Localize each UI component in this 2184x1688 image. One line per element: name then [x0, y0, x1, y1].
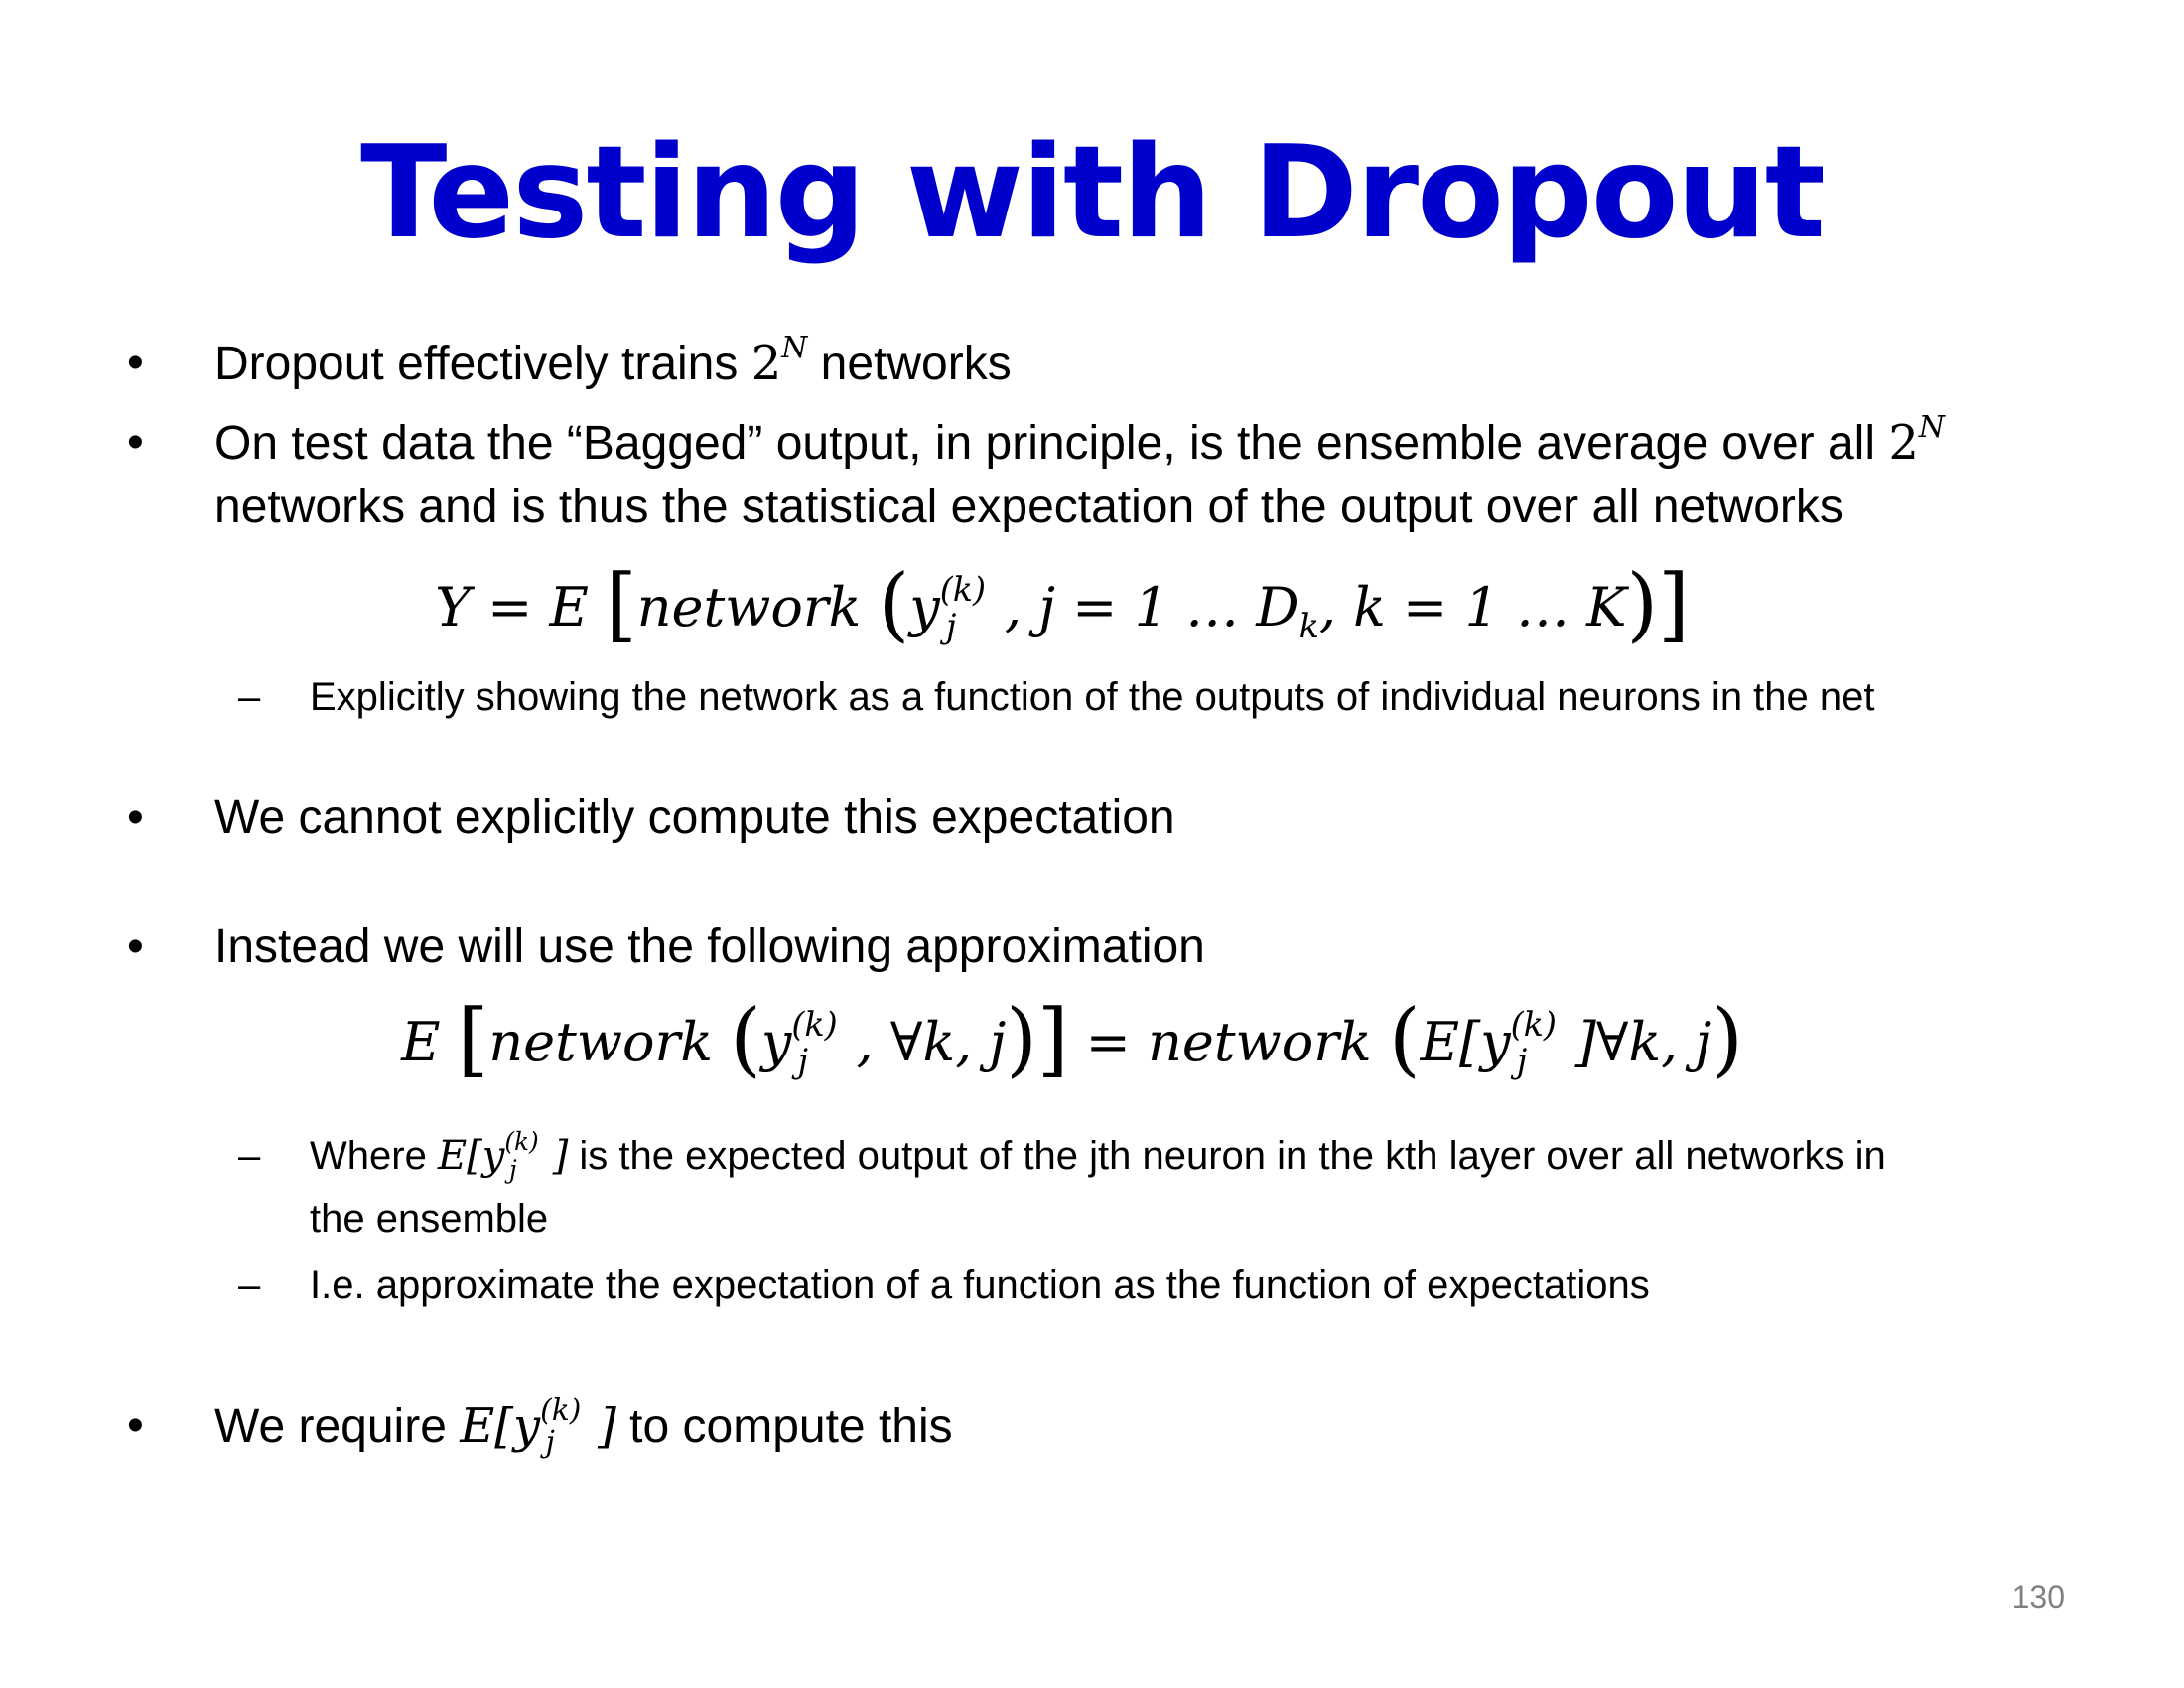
page-number: 130	[2011, 1579, 2065, 1615]
eq-paren-close: )	[1006, 993, 1037, 1087]
bullet-marker: •	[127, 920, 144, 973]
math-subscript: j	[545, 1425, 555, 1461]
bullet-marker: •	[127, 1399, 144, 1452]
math-y: y	[481, 1133, 505, 1179]
eq-superscript: (k)	[939, 569, 987, 609]
subbullet-text-before: Where	[310, 1134, 438, 1178]
dash-marker: –	[238, 1134, 261, 1178]
subbullet-text: I.e. approximate the expectation of a fu…	[310, 1263, 1650, 1307]
bullet-text-after: networks	[807, 338, 1012, 390]
eq-expectation-rhs: E[	[1420, 1011, 1481, 1073]
eq-paren-open-rhs: (	[1388, 993, 1421, 1087]
bullet-text: Instead we will use the following approx…	[214, 920, 1205, 973]
math-superscript: (k)	[540, 1392, 582, 1428]
math-superscript: (k)	[504, 1127, 539, 1157]
eq-function-rhs: network	[1148, 1011, 1389, 1073]
bullet-text: We cannot explicitly compute this expect…	[214, 791, 1175, 844]
bullet-marker: •	[127, 791, 144, 844]
dash-marker: –	[238, 1263, 261, 1307]
eq-paren-close: )	[1626, 558, 1659, 652]
bullet-marker: •	[127, 337, 144, 389]
bullet-text-after: to compute this	[615, 1400, 953, 1453]
math-close: ]	[552, 1133, 569, 1179]
eq-superscript-rhs: (k)	[1510, 1004, 1557, 1044]
eq-subscript: j	[945, 606, 957, 645]
eq-paren-open: (	[878, 558, 910, 652]
bullet-text-line2: networks and is thus the statistical exp…	[214, 481, 1843, 533]
eq-args-rhs: ]∀k, j	[1574, 1011, 1712, 1073]
eq-range-j: , j = 1 … D	[1004, 576, 1299, 638]
eq-variable-y: y	[760, 1011, 792, 1073]
bullet-text-line1: On test data the “Bagged” output, in pri…	[214, 417, 1889, 470]
eq-expectation: E	[401, 1011, 458, 1073]
math-exponent: N	[781, 330, 808, 365]
math-expectation: E[	[460, 1398, 513, 1454]
math-close: ]	[598, 1398, 616, 1454]
math-expectation: E[	[437, 1133, 482, 1179]
eq-lhs: Y = E	[435, 576, 607, 638]
math-base: 2	[751, 336, 782, 391]
eq-subscript-rhs: j	[1516, 1041, 1528, 1080]
eq-subscript: j	[797, 1041, 808, 1080]
eq-equals: =	[1068, 1011, 1149, 1073]
math-y: y	[512, 1398, 541, 1454]
subbullet-text: Explicitly showing the network as a func…	[310, 675, 1875, 719]
equation-approximation: E [network (y(k)j, ∀k, j)] = network (E[…	[0, 1000, 2164, 1080]
eq-superscript: (k)	[791, 1004, 838, 1044]
slide: Testing with Dropout • Dropout effective…	[0, 0, 2184, 1688]
bullet-text-before: We require	[214, 1400, 461, 1453]
bullet-text: Dropout effectively trains	[214, 338, 751, 390]
subbullet-text-after: is the expected output of the jth neuron…	[568, 1134, 1886, 1178]
eq-function: network	[488, 1011, 731, 1073]
eq-range-k: , k = 1 … K	[1318, 576, 1627, 638]
eq-bracket-open: [	[457, 993, 489, 1087]
math-exponent: N	[1918, 409, 1945, 445]
eq-variable-y-rhs: y	[1480, 1011, 1511, 1073]
dash-marker: –	[238, 675, 261, 719]
eq-variable-y: y	[909, 576, 940, 638]
eq-paren-close-rhs: )	[1711, 993, 1743, 1087]
eq-bracket-open: [	[606, 558, 637, 652]
eq-args: , ∀k, j	[856, 1011, 1007, 1073]
bullet-marker: •	[127, 416, 144, 469]
equation-expectation: Y = E [network (y(k)j, j = 1 … Dk, k = 1…	[0, 565, 2154, 645]
eq-paren-open: (	[730, 993, 761, 1087]
subbullet-text-line2: the ensemble	[310, 1197, 549, 1241]
eq-bracket-close: ]	[1036, 993, 1069, 1087]
eq-bracket-close: ]	[1658, 558, 1690, 652]
slide-title: Testing with Dropout	[360, 119, 1826, 267]
eq-function: network	[636, 576, 879, 638]
eq-subscript-k: k	[1298, 606, 1319, 645]
math-base: 2	[1888, 415, 1919, 471]
math-subscript: j	[508, 1154, 517, 1184]
